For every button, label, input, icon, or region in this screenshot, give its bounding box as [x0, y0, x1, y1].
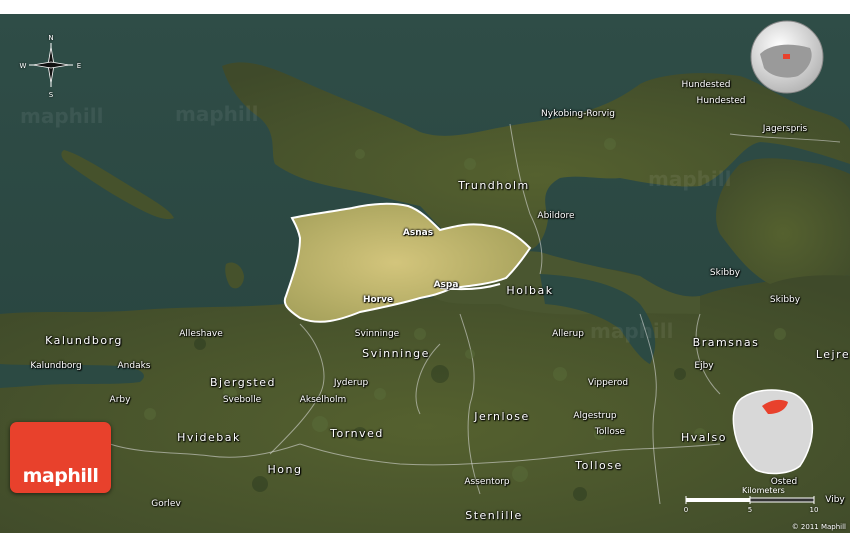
- city-label: Tollose: [594, 427, 626, 437]
- region-label: Svinninge: [362, 347, 430, 360]
- city-label: Asnas: [402, 228, 434, 238]
- city-label: Kalundborg: [30, 361, 82, 371]
- city-label: Akselholm: [299, 395, 347, 405]
- map-frame[interactable]: maphill maphill maphill maphill N S E W …: [0, 14, 850, 533]
- city-label: Hundested: [696, 96, 746, 106]
- watermark-text: maphill: [590, 319, 674, 343]
- city-label: Jagerspris: [762, 124, 808, 134]
- region-label: Hong: [267, 463, 303, 476]
- city-label: Horve: [362, 295, 394, 305]
- compass-s: S: [48, 91, 54, 99]
- scale-title: Kilometers: [742, 486, 785, 495]
- compass: N S E W: [18, 34, 84, 100]
- city-label: Skibby: [709, 268, 741, 278]
- region-label: Trundholm: [458, 179, 530, 192]
- region-label: Bjergsted: [210, 376, 276, 389]
- city-label: Assentorp: [464, 477, 510, 487]
- compass-w: W: [19, 62, 27, 70]
- watermark-text: maphill: [20, 104, 104, 128]
- scale-tick-label: 10: [809, 506, 819, 514]
- region-label: Tollose: [575, 459, 623, 472]
- city-label: Abildore: [537, 211, 575, 221]
- region-label: Tornved: [330, 427, 384, 440]
- city-label: Skibby: [769, 295, 801, 305]
- region-label: Hvalso: [680, 431, 728, 444]
- city-label: Andaks: [117, 361, 151, 371]
- city-label: Vipperod: [587, 378, 629, 388]
- scale-tick-label: 0: [683, 506, 689, 514]
- compass-n: N: [48, 34, 54, 42]
- compass-e: E: [76, 62, 82, 70]
- city-label: Nykobing-Rorvig: [541, 109, 615, 119]
- city-label: Svinninge: [354, 329, 400, 339]
- city-label: Gorlev: [151, 499, 181, 509]
- city-label: Ejby: [694, 361, 714, 371]
- region-label: Lejre: [815, 348, 850, 361]
- city-label: Algestrup: [573, 411, 617, 421]
- city-label: Allerup: [552, 329, 584, 339]
- region-label: Bramsnas: [692, 336, 760, 349]
- logo-text: maphill: [22, 465, 99, 487]
- watermark-text: maphill: [648, 167, 732, 191]
- globe-locator: [750, 20, 824, 94]
- city-label: Alleshave: [179, 329, 223, 339]
- scale-tick-label: 5: [747, 506, 753, 514]
- region-label: Holbak: [506, 284, 554, 297]
- city-label: Jyderup: [333, 378, 369, 388]
- region-label: Kalundborg: [45, 334, 123, 347]
- city-label: Arby: [109, 395, 131, 405]
- region-label: Stenlille: [465, 509, 523, 522]
- city-label: Aspa: [433, 280, 459, 290]
- city-label: Viby: [825, 495, 845, 505]
- city-label: Hundested: [681, 80, 731, 90]
- region-label: Jernlose: [474, 410, 530, 423]
- copyright-text: © 2011 Maphill: [791, 523, 846, 531]
- region-label: Hvidebak: [177, 431, 241, 444]
- city-label: Svebolle: [222, 395, 262, 405]
- maphill-logo[interactable]: maphill: [10, 422, 111, 493]
- watermark-text: maphill: [175, 102, 259, 126]
